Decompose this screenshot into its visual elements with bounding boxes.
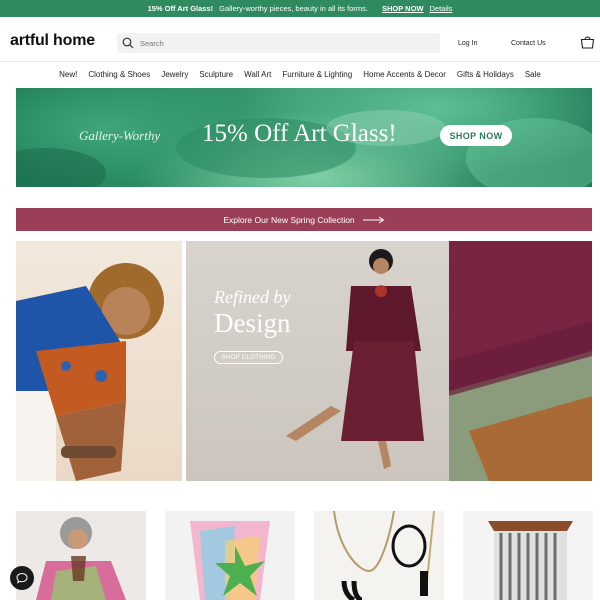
feature-fabric-photo[interactable] — [449, 241, 592, 481]
product-card-jewelry[interactable] — [314, 511, 444, 600]
product-image-clothing — [16, 511, 146, 600]
promo-bar: 15% Off Art Glass! Gallery-worthy pieces… — [0, 0, 600, 17]
search-icon — [122, 37, 134, 49]
nav-item-gifts-holidays[interactable]: Gifts & Holidays — [457, 70, 514, 79]
feature-refined-by-design[interactable]: Refined by Design SHOP CLOTHING — [186, 241, 449, 481]
spring-collection-banner[interactable]: Explore Our New Spring Collection — [16, 208, 592, 231]
nav-item-sale[interactable]: Sale — [525, 70, 541, 79]
search-input[interactable] — [140, 38, 430, 48]
hero-banner[interactable]: Gallery-Worthy 15% Off Art Glass! SHOP N… — [16, 88, 592, 187]
hero-shop-now-button[interactable]: SHOP NOW — [440, 125, 512, 146]
main-nav: New! Clothing & Shoes Jewelry Sculpture … — [0, 64, 600, 84]
chat-button[interactable] — [10, 566, 34, 590]
nav-item-clothing-shoes[interactable]: Clothing & Shoes — [88, 70, 150, 79]
nav-item-sculpture[interactable]: Sculpture — [199, 70, 233, 79]
model-photo-left — [16, 263, 164, 481]
feature-photo-left[interactable] — [16, 241, 182, 481]
nav-item-new[interactable]: New! — [59, 70, 77, 79]
fabric-swatches-photo — [449, 241, 592, 481]
search-bar[interactable] — [117, 33, 440, 53]
site-logo[interactable]: artful home — [10, 32, 95, 50]
hero-kicker: Gallery-Worthy — [79, 128, 161, 143]
nav-item-home-accents-decor[interactable]: Home Accents & Decor — [363, 70, 446, 79]
product-image-art-glass — [165, 511, 295, 600]
login-link[interactable]: Log In — [458, 40, 477, 47]
promo-shop-now-link[interactable]: SHOP NOW — [382, 4, 424, 13]
product-card-furniture[interactable] — [463, 511, 593, 600]
shop-clothing-button[interactable]: SHOP CLOTHING — [214, 351, 283, 364]
product-image-furniture — [463, 511, 593, 600]
feature-headline-line1: Refined by — [214, 287, 291, 307]
nav-item-furniture-lighting[interactable]: Furniture & Lighting — [282, 70, 352, 79]
promo-details-link[interactable]: Details — [430, 4, 453, 13]
site-header: artful home Log In Contact Us — [0, 17, 600, 62]
product-card-clothing[interactable] — [16, 511, 146, 600]
shopping-bag-icon[interactable] — [580, 35, 595, 49]
hero-headline: 15% Off Art Glass! — [202, 120, 397, 147]
arrow-right-icon — [362, 216, 385, 223]
nav-item-wall-art[interactable]: Wall Art — [244, 70, 271, 79]
product-image-jewelry — [314, 511, 444, 600]
chat-bubble-icon — [16, 572, 28, 584]
feature-headline-line2: Design — [214, 308, 291, 338]
promo-text: Gallery-worthy pieces, beauty in all its… — [219, 4, 368, 13]
spring-collection-label: Explore Our New Spring Collection — [223, 214, 355, 225]
contact-link[interactable]: Contact Us — [511, 40, 546, 47]
nav-item-jewelry[interactable]: Jewelry — [161, 70, 188, 79]
promo-headline: 15% Off Art Glass! — [147, 4, 214, 13]
product-card-art-glass[interactable] — [165, 511, 295, 600]
